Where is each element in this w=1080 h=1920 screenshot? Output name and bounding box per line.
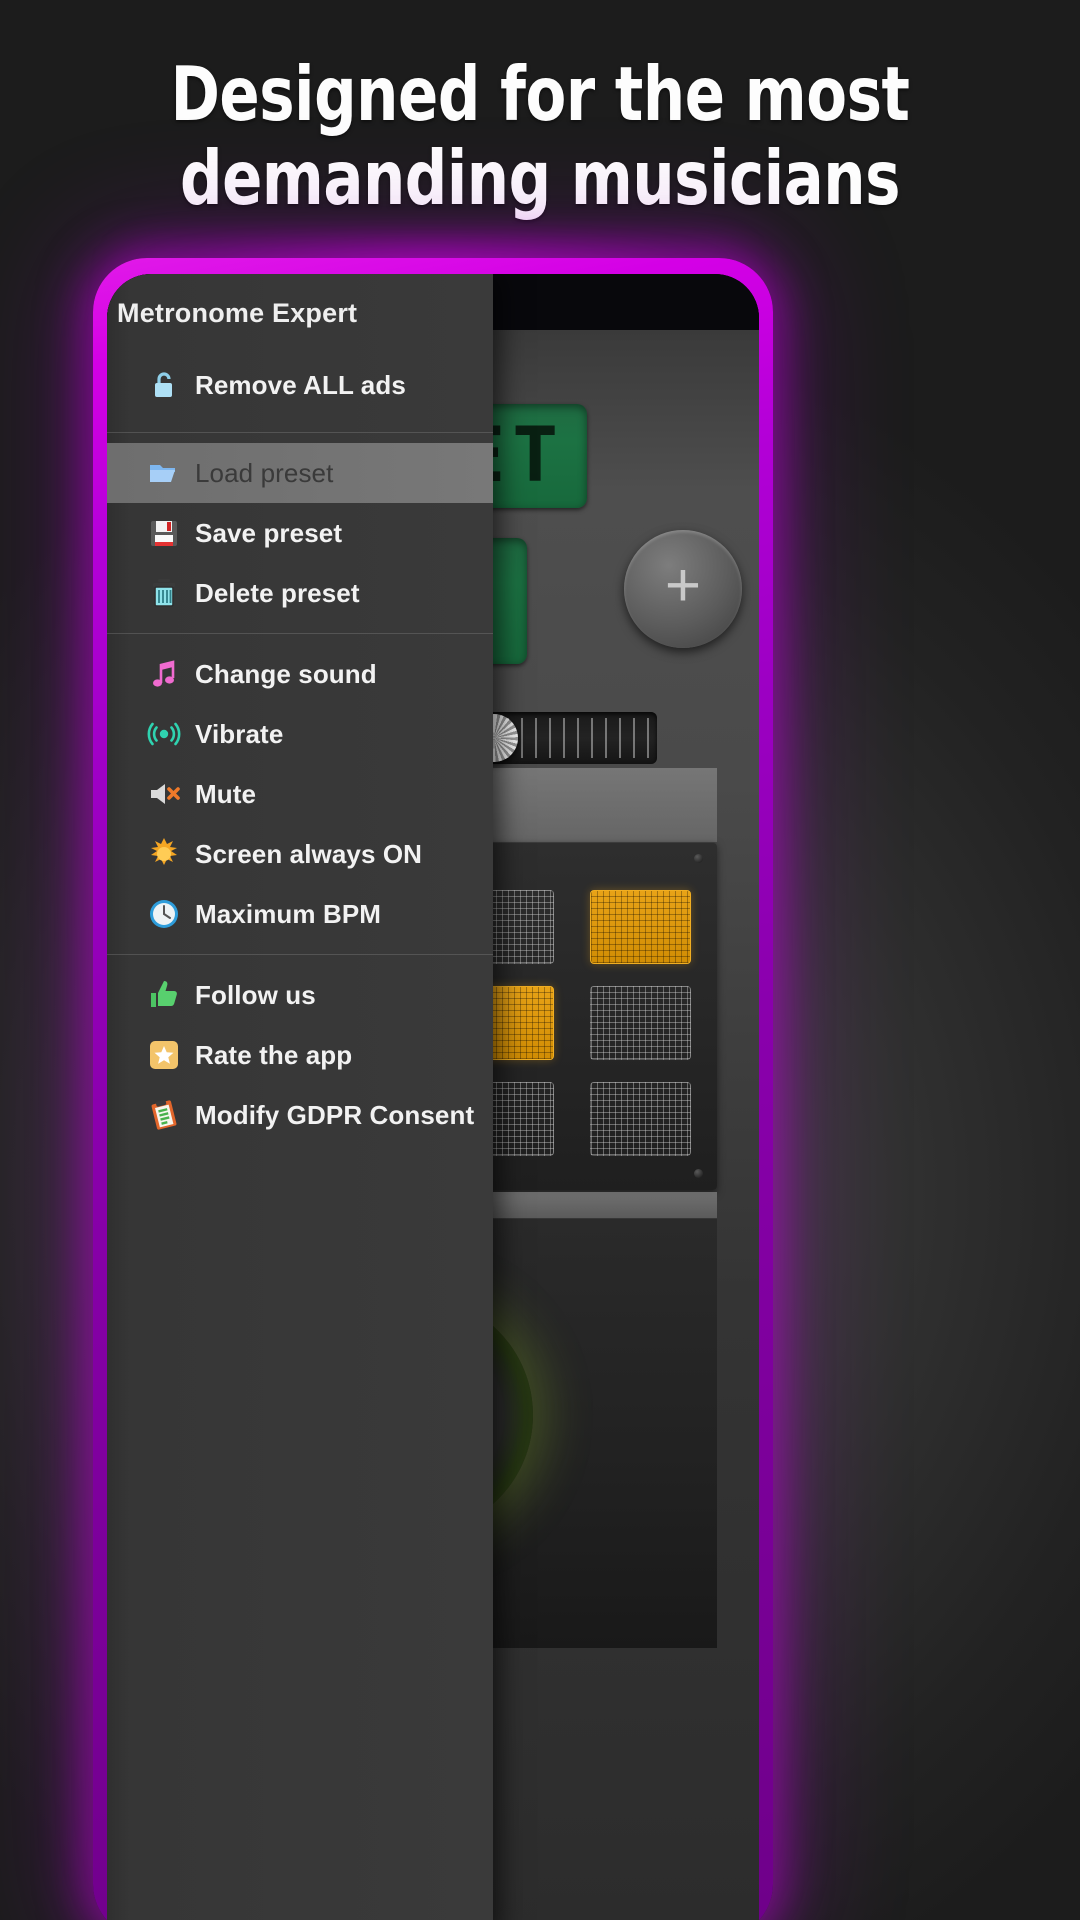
menu-item-change-sound[interactable]: Change sound <box>107 644 493 704</box>
menu-item-label: Modify GDPR Consent <box>195 1099 475 1130</box>
menu-item-rate-the-app[interactable]: Rate the app <box>107 1025 493 1085</box>
menu-item-remove-all-ads[interactable]: Remove ALL ads <box>107 348 493 422</box>
menu-item-label: Mute <box>195 778 257 809</box>
menu-item-mute[interactable]: Mute <box>107 764 493 824</box>
menu-item-maximum-bpm[interactable]: Maximum BPM <box>107 884 493 944</box>
phone-screen: ESET 5 BPM + <box>107 274 759 1920</box>
increase-bpm-button[interactable]: + <box>624 530 742 648</box>
menu-item-label: Maximum BPM <box>195 898 382 929</box>
screw-icon <box>694 854 703 863</box>
menu-item-label: Load preset <box>195 457 334 488</box>
navigation-drawer: Metronome Expert Remove ALL ads Load pres… <box>107 274 493 1920</box>
menu-item-label: Follow us <box>195 979 316 1010</box>
menu-item-delete-preset[interactable]: Delete preset <box>107 563 493 623</box>
menu-item-label: Change sound <box>195 658 377 689</box>
menu-item-modify-gdpr-consent[interactable]: Modify GDPR Consent <box>107 1085 493 1145</box>
beat-cell[interactable] <box>590 890 691 964</box>
menu-item-label: Screen always ON <box>195 838 423 869</box>
phone-mockup: ESET 5 BPM + <box>75 242 791 1920</box>
menu-item-vibrate[interactable]: Vibrate <box>107 704 493 764</box>
menu-group-divider <box>107 432 493 433</box>
plus-icon: + <box>664 551 702 620</box>
music-note-icon <box>133 657 195 691</box>
sun-icon <box>133 837 195 871</box>
menu-item-label: Rate the app <box>195 1039 353 1070</box>
trash-icon <box>133 576 195 610</box>
star-badge-icon <box>133 1038 195 1072</box>
vibrate-icon <box>133 717 195 751</box>
screw-icon <box>694 1169 703 1178</box>
menu-item-label: Delete preset <box>195 577 360 608</box>
menu-item-save-preset[interactable]: Save preset <box>107 503 493 563</box>
phone-frame: ESET 5 BPM + <box>93 258 773 1920</box>
unlock-icon <box>133 368 195 402</box>
menu-item-label: Vibrate <box>195 718 284 749</box>
menu-item-follow-us[interactable]: Follow us <box>107 965 493 1025</box>
beat-cell[interactable] <box>590 1082 691 1156</box>
menu-item-label: Save preset <box>195 517 343 548</box>
mute-speaker-icon <box>133 777 195 811</box>
clock-icon <box>133 897 195 931</box>
page-title: Designed for the most demanding musician… <box>170 50 910 222</box>
folder-open-icon <box>133 456 195 490</box>
floppy-disk-icon <box>133 516 195 550</box>
menu-item-screen-always-on[interactable]: Screen always ON <box>107 824 493 884</box>
clipboard-icon <box>133 1098 195 1132</box>
menu-group-divider <box>107 633 493 634</box>
menu-group-divider <box>107 954 493 955</box>
drawer-title: Metronome Expert <box>117 298 358 328</box>
drawer-menu-list: Remove ALL ads Load preset Save preset Dele… <box>107 348 493 1145</box>
menu-item-load-preset[interactable]: Load preset <box>107 443 493 503</box>
beat-cell[interactable] <box>590 986 691 1060</box>
menu-item-label: Remove ALL ads <box>195 369 406 400</box>
thumbs-up-icon <box>133 978 195 1012</box>
